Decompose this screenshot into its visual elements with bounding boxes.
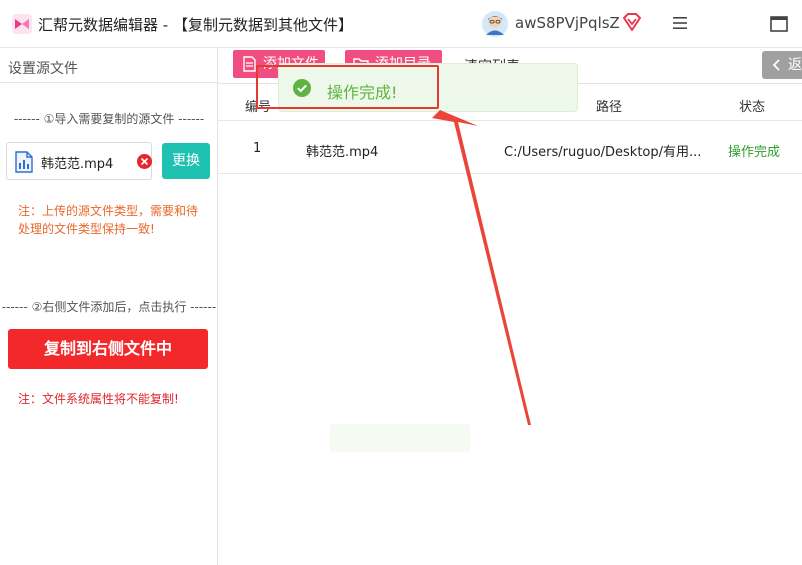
divider xyxy=(0,82,218,83)
panel-title: 设置源文件 xyxy=(8,61,78,77)
document-icon xyxy=(243,56,256,72)
row-index: 1 xyxy=(253,141,262,156)
copy-to-right-files-button[interactable]: 复制到右侧文件中 xyxy=(8,329,208,369)
column-header-path[interactable]: 路径 xyxy=(596,96,622,115)
username[interactable]: awS8PVjPqlsZ xyxy=(515,14,620,32)
back-button[interactable]: 返回 xyxy=(762,51,802,79)
video-file-icon xyxy=(15,151,33,173)
column-header-status[interactable]: 状态 xyxy=(739,96,765,115)
user-avatar-icon[interactable] xyxy=(482,11,508,37)
remove-file-icon[interactable] xyxy=(137,154,152,169)
row-status: 操作完成 xyxy=(728,145,781,160)
source-file-name: 韩范范.mp4 xyxy=(41,157,114,172)
app-logo-icon xyxy=(12,14,32,34)
replace-button[interactable]: 更换 xyxy=(162,143,210,179)
row-file-name: 韩范范.mp4 xyxy=(306,145,379,160)
fading-toast xyxy=(330,424,470,452)
table-header-divider xyxy=(218,120,802,121)
source-settings-panel: 设置源文件 ------ ①导入需要复制的源文件 ------ 韩范范.mp4 … xyxy=(0,48,218,565)
annotation-highlight-box xyxy=(256,65,439,109)
row-file-path: C:/Users/ruguo/Desktop/有用... xyxy=(504,145,702,160)
table-row-divider xyxy=(218,173,802,174)
vip-diamond-icon[interactable] xyxy=(622,13,642,31)
step1-hint: ------ ①导入需要复制的源文件 ------ xyxy=(13,112,205,126)
chevron-left-icon xyxy=(772,59,780,71)
filesystem-note: 注：文件系统属性将不能复制! xyxy=(18,392,179,406)
window-title: 汇帮元数据编辑器 - 【复制元数据到其他文件】 xyxy=(38,16,353,34)
step2-hint: ------ ②右侧文件添加后，点击执行 ------ xyxy=(1,300,217,314)
menu-icon[interactable] xyxy=(672,16,688,30)
title-bar: 汇帮元数据编辑器 - 【复制元数据到其他文件】 awS8PVjPqlsZ xyxy=(0,0,802,48)
file-type-note: 注：上传的源文件类型，需要和待处理的文件类型保持一致! xyxy=(18,204,199,236)
source-file-box[interactable]: 韩范范.mp4 xyxy=(6,142,152,180)
back-label: 返回 xyxy=(788,57,802,73)
maximize-icon[interactable] xyxy=(770,16,788,32)
app-window: 汇帮元数据编辑器 - 【复制元数据到其他文件】 awS8PVjPqlsZ 设置源… xyxy=(0,0,802,565)
